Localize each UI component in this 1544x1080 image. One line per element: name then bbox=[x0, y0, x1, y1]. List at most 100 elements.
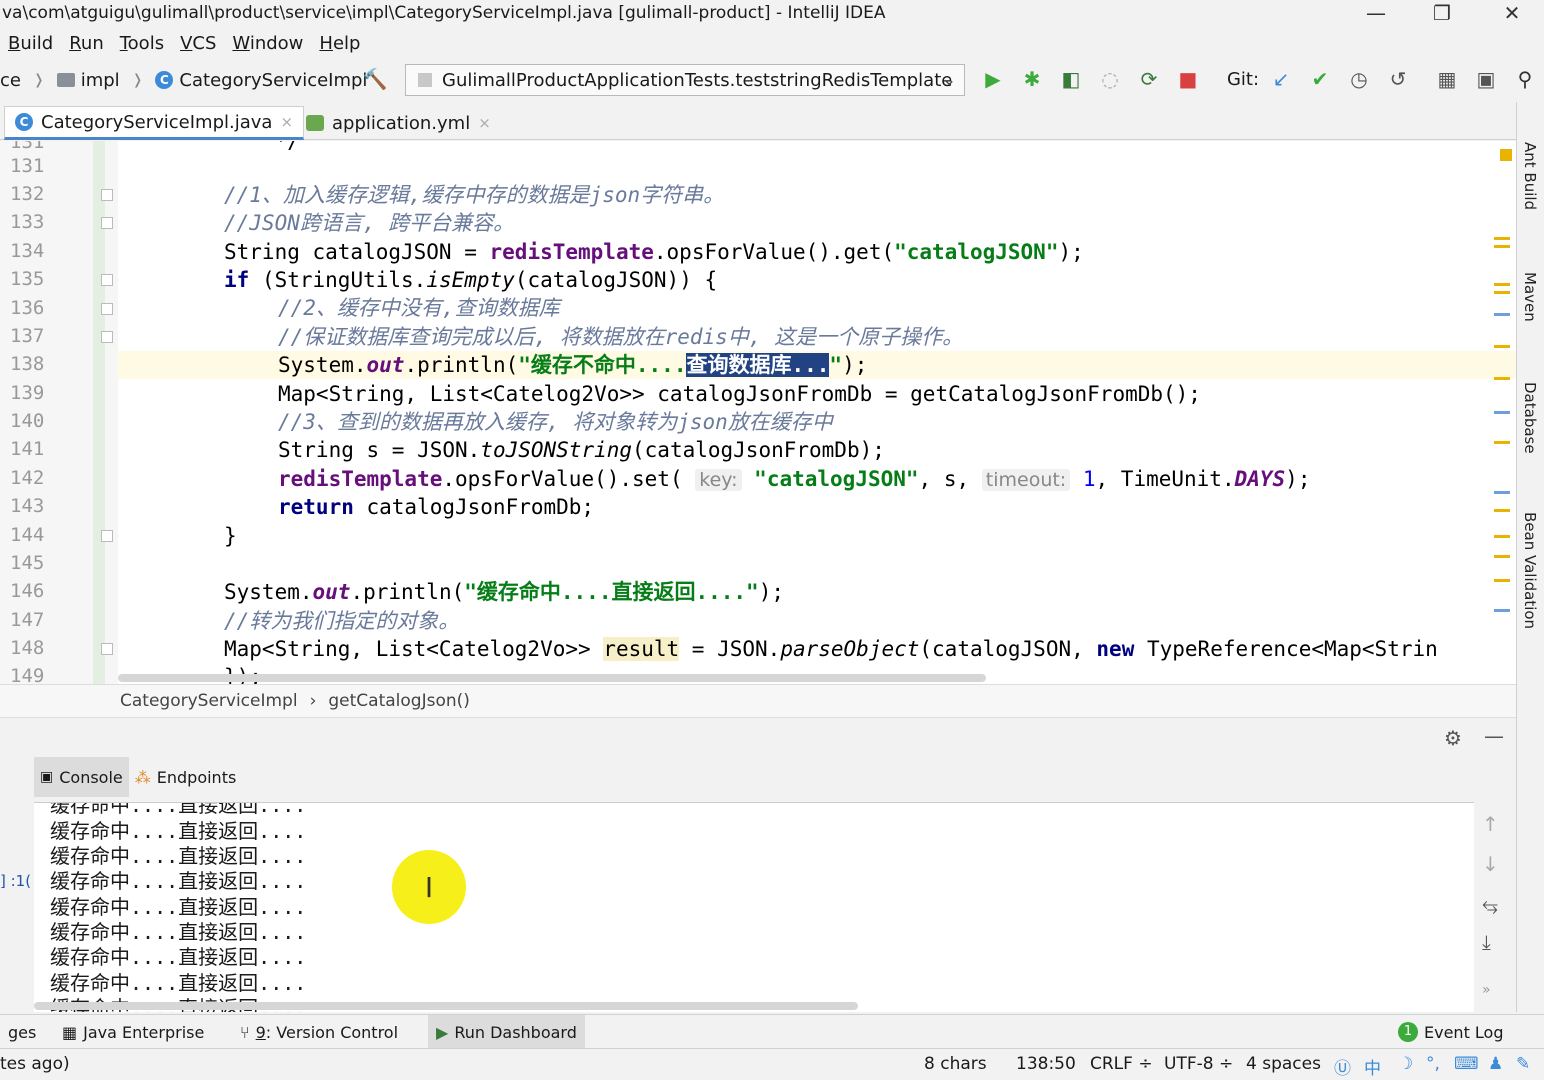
nav-crumb-impl[interactable]: impl bbox=[81, 70, 120, 91]
user-icon[interactable]: ♟ bbox=[1488, 1054, 1503, 1074]
minimize-button[interactable]: — bbox=[1346, 0, 1406, 26]
arrow-up-icon[interactable]: ↑ bbox=[1482, 812, 1499, 836]
debug-icon[interactable]: ✱ bbox=[1019, 66, 1045, 92]
more-icon[interactable]: » bbox=[1482, 982, 1491, 998]
bean-validation-tool-tab[interactable]: Bean Validation bbox=[1521, 512, 1539, 629]
caret-position[interactable]: 138:50 bbox=[1016, 1054, 1076, 1074]
error-stripe-marker[interactable] bbox=[1494, 535, 1510, 538]
crumb-separator-icon: ❭ bbox=[32, 72, 45, 88]
ime-mode-label[interactable]: 中 bbox=[1364, 1054, 1381, 1079]
console-output[interactable]: 缓存命中....直接返回.... 缓存命中....直接返回.... 缓存命中..… bbox=[34, 802, 1474, 1012]
menu-window[interactable]: Window bbox=[224, 33, 311, 54]
editor-horizontal-scrollbar[interactable] bbox=[118, 674, 986, 682]
error-stripe-marker[interactable] bbox=[1494, 509, 1510, 512]
revert-icon[interactable]: ↺ bbox=[1385, 66, 1411, 92]
menu-vcs[interactable]: VCS bbox=[172, 33, 224, 54]
error-stripe-marker[interactable] bbox=[1494, 237, 1510, 240]
fold-marker-icon[interactable] bbox=[101, 643, 113, 655]
soft-wrap-icon[interactable]: ⥃ bbox=[1482, 892, 1498, 916]
fold-marker-icon[interactable] bbox=[101, 189, 113, 201]
fold-marker-icon[interactable] bbox=[101, 331, 113, 343]
error-stripe-marker[interactable] bbox=[1494, 491, 1510, 494]
history-icon[interactable]: ◷ bbox=[1346, 66, 1372, 92]
menu-run[interactable]: Run bbox=[61, 33, 112, 54]
project-structure-icon[interactable]: ▦ bbox=[1434, 66, 1460, 92]
left-link-fragment[interactable]: ] :1( bbox=[0, 872, 34, 890]
database-tool-tab[interactable]: Database bbox=[1521, 382, 1539, 454]
gear-icon[interactable]: ⚙ bbox=[1444, 726, 1462, 750]
menu-tools[interactable]: Tools bbox=[112, 33, 172, 54]
error-stripe-marker[interactable] bbox=[1494, 609, 1510, 612]
maven-tool-tab[interactable]: Maven bbox=[1521, 272, 1539, 322]
menu-help[interactable]: Help bbox=[311, 33, 368, 54]
close-window-button[interactable]: ✕ bbox=[1482, 0, 1542, 26]
git-update-icon[interactable]: ↙ bbox=[1268, 66, 1294, 92]
rerun-icon[interactable]: ⟳ bbox=[1136, 66, 1162, 92]
menu-build[interactable]: Build bbox=[0, 33, 61, 54]
build-hammer-icon[interactable]: 🔨 bbox=[362, 66, 388, 92]
nav-crumb-prefix[interactable]: ce bbox=[0, 70, 21, 91]
error-stripe-marker[interactable] bbox=[1494, 313, 1510, 316]
git-commit-icon[interactable]: ✔ bbox=[1307, 66, 1333, 92]
close-icon[interactable]: × bbox=[478, 114, 491, 132]
tab-application-yml[interactable]: application.yml × bbox=[296, 106, 501, 140]
run-dashboard-icon: ▶ bbox=[436, 1022, 449, 1042]
console-line: 缓存命中....直接返回.... bbox=[50, 945, 307, 969]
run-configuration-select[interactable]: GulimallProductApplicationTests.teststri… bbox=[405, 64, 965, 96]
tab-endpoints[interactable]: ⁂ Endpoints bbox=[129, 757, 243, 797]
tab-java-enterprise[interactable]: ▦ Java Enterprise bbox=[54, 1015, 212, 1049]
run-icon[interactable]: ▶ bbox=[980, 66, 1006, 92]
code-editor[interactable]: 131 131 132 133 134 135 136 137 138 139 … bbox=[0, 141, 1516, 684]
input-method-icon[interactable]: Ⓤ bbox=[1334, 1054, 1351, 1079]
scroll-to-end-icon[interactable]: ⤓ bbox=[1482, 930, 1491, 954]
line-separator[interactable]: CRLF ÷ bbox=[1090, 1054, 1153, 1074]
run-config-icon bbox=[418, 73, 432, 87]
breadcrumb-method[interactable]: getCatalogJson() bbox=[328, 691, 470, 711]
file-encoding[interactable]: UTF-8 ÷ bbox=[1164, 1054, 1233, 1074]
indent-setting[interactable]: 4 spaces bbox=[1246, 1054, 1321, 1074]
code-line-134: String catalogJSON = redisTemplate.opsFo… bbox=[224, 240, 1084, 264]
code-line-131: */ bbox=[224, 141, 300, 153]
restore-button[interactable]: ❐ bbox=[1412, 0, 1472, 26]
tab-messages-fragment[interactable]: ges bbox=[0, 1015, 44, 1049]
error-stripe-marker[interactable] bbox=[1494, 245, 1510, 248]
stop-icon[interactable]: ■ bbox=[1175, 66, 1201, 92]
error-stripe-marker[interactable] bbox=[1494, 441, 1510, 444]
tab-version-control[interactable]: ⑂ 9: Version Control bbox=[232, 1015, 406, 1049]
error-stripe-marker[interactable] bbox=[1494, 377, 1510, 380]
error-stripe-marker[interactable] bbox=[1494, 411, 1510, 414]
hide-icon[interactable]: — bbox=[1484, 724, 1504, 748]
error-stripe-marker[interactable] bbox=[1494, 345, 1510, 348]
fold-marker-icon[interactable] bbox=[101, 530, 113, 542]
version-control-icon: ⑂ bbox=[240, 1022, 250, 1042]
close-icon[interactable]: × bbox=[280, 113, 293, 131]
search-icon[interactable]: ⚲ bbox=[1512, 66, 1538, 92]
line-number: 137 bbox=[10, 325, 45, 347]
tab-run-dashboard[interactable]: ▶ Run Dashboard bbox=[428, 1015, 585, 1049]
code-line-133: //JSON跨语言, 跨平台兼容。 bbox=[224, 211, 515, 235]
punctuation-icon[interactable]: °, bbox=[1426, 1054, 1440, 1074]
breadcrumb-class[interactable]: CategoryServiceImpl bbox=[120, 691, 298, 711]
error-stripe-marker[interactable] bbox=[1494, 555, 1510, 558]
moon-icon[interactable]: ☽ bbox=[1398, 1054, 1413, 1074]
wrench-icon[interactable]: ✎ bbox=[1516, 1054, 1530, 1074]
profile-icon[interactable]: ◌ bbox=[1097, 66, 1123, 92]
console-horizontal-scrollbar[interactable] bbox=[34, 1002, 858, 1010]
nav-crumb-class[interactable]: CategoryServiceImpl bbox=[179, 70, 367, 91]
window-title: va\com\atguigu\gulimall\product\service\… bbox=[2, 3, 886, 23]
ant-build-tool-tab[interactable]: Ant Build bbox=[1521, 142, 1539, 210]
coverage-icon[interactable]: ◧ bbox=[1058, 66, 1084, 92]
error-stripe-marker[interactable] bbox=[1494, 291, 1510, 294]
arrow-down-icon[interactable]: ↓ bbox=[1482, 852, 1499, 876]
error-stripe-marker[interactable] bbox=[1494, 283, 1510, 286]
fold-marker-icon[interactable] bbox=[101, 274, 113, 286]
error-stripe-marker[interactable] bbox=[1494, 579, 1510, 582]
tab-event-log[interactable]: 1 Event Log bbox=[1390, 1015, 1512, 1049]
fold-marker-icon[interactable] bbox=[101, 217, 113, 229]
fold-marker-icon[interactable] bbox=[101, 303, 113, 315]
tab-console[interactable]: ▣ Console bbox=[34, 757, 129, 797]
terminal-icon[interactable]: ▣ bbox=[1473, 66, 1499, 92]
keyboard-icon[interactable]: ⌨ bbox=[1454, 1054, 1479, 1074]
warning-indicator-icon[interactable] bbox=[1500, 149, 1512, 161]
tab-categoryserviceimpl[interactable]: C CategoryServiceImpl.java × bbox=[4, 106, 305, 140]
